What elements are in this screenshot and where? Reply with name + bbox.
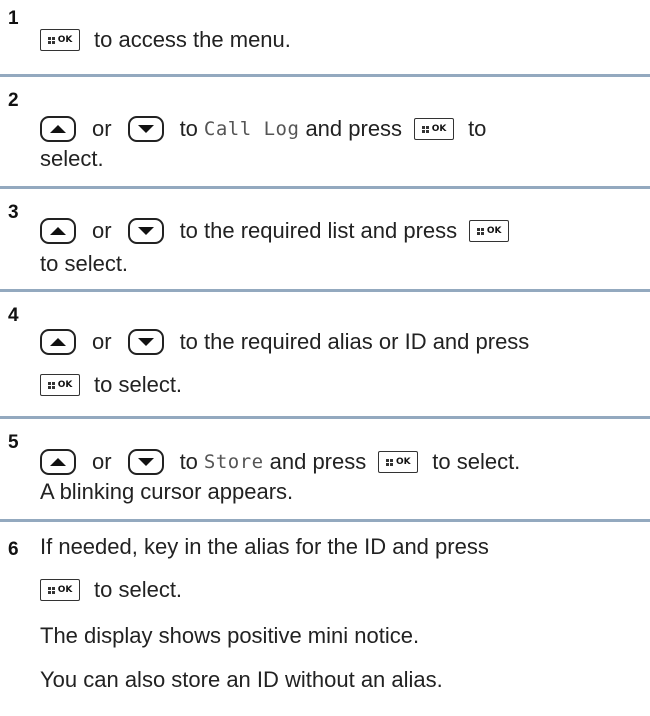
- up-arrow-key-icon: [40, 329, 76, 355]
- step-number: 6: [8, 539, 19, 560]
- menu-ok-key-icon: OK: [469, 220, 510, 242]
- menu-ok-key-icon: OK: [40, 29, 80, 51]
- step-5-line-2: A blinking cursor appears.: [40, 477, 293, 507]
- menu-ok-key-icon: OK: [378, 451, 419, 473]
- up-arrow-key-icon: [40, 116, 76, 142]
- step-text: A blinking cursor appears.: [40, 479, 294, 504]
- step-text: to select.: [432, 449, 521, 474]
- step-1-line: OK to access the menu.: [40, 25, 291, 55]
- to-text: to: [468, 116, 487, 141]
- step-text: select.: [40, 146, 104, 171]
- step-text: The display shows positive mini notice.: [40, 623, 420, 648]
- step-4-line-2: OK to select.: [40, 370, 182, 400]
- and-press-text: and press: [305, 116, 403, 141]
- step-4-line-1: or to the required alias or ID and press: [40, 327, 529, 357]
- menu-ok-key-icon: OK: [40, 374, 80, 396]
- step-text: to access the menu.: [94, 27, 291, 52]
- step-divider: [0, 186, 650, 189]
- down-arrow-key-icon: [127, 329, 164, 355]
- step-number: 5: [8, 432, 19, 453]
- down-arrow-key-icon: [127, 449, 164, 475]
- up-arrow-key-icon: [40, 449, 76, 475]
- step-2-line-1: or to Call Log and press OK to: [40, 114, 486, 144]
- screen-item-text: Call Log: [203, 118, 300, 140]
- step-divider: [0, 416, 650, 419]
- or-text: or: [92, 218, 112, 243]
- step-number: 1: [8, 8, 19, 29]
- up-arrow-key-icon: [40, 218, 76, 244]
- step-text: to select.: [94, 577, 183, 602]
- step-number: 2: [8, 90, 19, 111]
- or-text: or: [92, 329, 112, 354]
- step-text: to the required list and press: [179, 218, 458, 243]
- step-divider: [0, 74, 650, 77]
- step-2-line-2: select.: [40, 144, 104, 174]
- down-arrow-key-icon: [127, 116, 164, 142]
- and-press-text: and press: [269, 449, 367, 474]
- step-6-line-2: OK to select.: [40, 575, 182, 605]
- step-text: You can also store an ID without an alia…: [40, 667, 443, 692]
- step-3-line-1: or to the required list and press OK: [40, 216, 523, 246]
- step-number: 4: [8, 305, 19, 326]
- step-text: to select.: [40, 251, 129, 276]
- or-text: or: [92, 116, 112, 141]
- step-divider: [0, 289, 650, 292]
- or-text: or: [92, 449, 112, 474]
- step-6-line-4: You can also store an ID without an alia…: [40, 665, 443, 695]
- step-3-line-2: to select.: [40, 249, 128, 279]
- to-text: to: [179, 116, 198, 141]
- screen-item-text: Store: [203, 451, 264, 473]
- step-divider: [0, 519, 650, 522]
- step-text: to select.: [94, 372, 183, 397]
- down-arrow-key-icon: [127, 218, 164, 244]
- step-5-line-1: or to Store and press OK to select.: [40, 447, 520, 477]
- step-number: 3: [8, 202, 19, 223]
- step-text: to the required alias or ID and press: [179, 329, 530, 354]
- to-text: to: [179, 449, 198, 474]
- step-6-line-3: The display shows positive mini notice.: [40, 621, 419, 651]
- step-text: If needed, key in the alias for the ID a…: [40, 534, 489, 559]
- menu-ok-key-icon: OK: [414, 118, 455, 140]
- menu-ok-key-icon: OK: [40, 579, 80, 601]
- step-6-line-1: If needed, key in the alias for the ID a…: [40, 532, 489, 562]
